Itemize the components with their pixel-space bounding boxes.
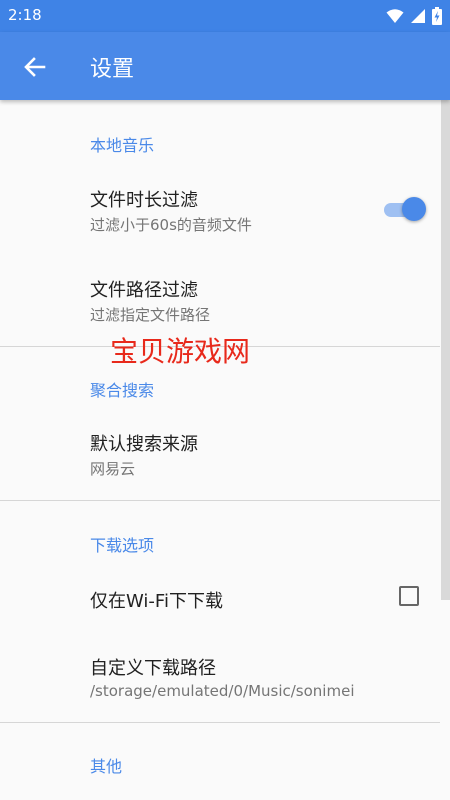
pref-custom-download-path[interactable]: 自定义下载路径 /storage/emulated/0/Music/sonime… xyxy=(0,638,440,713)
section-header-local-music: 本地音乐 xyxy=(90,136,155,155)
pref-duration-filter[interactable]: 文件时长过滤 过滤小于60s的音频文件 xyxy=(0,170,440,245)
pref-default-source-summary: 网易云 xyxy=(90,460,136,478)
scrollbar[interactable] xyxy=(441,100,450,600)
pref-default-source-title: 默认搜索来源 xyxy=(90,434,198,455)
section-header-other: 其他 xyxy=(90,757,123,776)
page-title: 设置 xyxy=(90,57,135,82)
pref-path-filter-title: 文件路径过滤 xyxy=(90,280,198,301)
status-icons xyxy=(386,7,442,25)
arrow-back-icon xyxy=(24,57,46,77)
pref-path-filter-summary: 过滤指定文件路径 xyxy=(90,306,211,324)
battery-charging-icon xyxy=(432,7,442,25)
app-bar: 设置 xyxy=(0,32,450,100)
back-button[interactable] xyxy=(20,52,50,82)
cellular-icon xyxy=(411,9,425,23)
pref-path-filter[interactable]: 文件路径过滤 过滤指定文件路径 xyxy=(0,260,440,340)
settings-list[interactable]: 本地音乐 文件时长过滤 过滤小于60s的音频文件 文件路径过滤 过滤指定文件路径… xyxy=(0,100,450,800)
watermark: 宝贝游戏网 xyxy=(110,335,251,368)
status-bar: 2:18 xyxy=(0,0,450,32)
duration-filter-switch[interactable] xyxy=(382,194,428,224)
section-header-download: 下载选项 xyxy=(90,536,155,555)
wifi-icon xyxy=(386,9,404,23)
status-time: 2:18 xyxy=(8,6,42,24)
pref-custom-path-summary: /storage/emulated/0/Music/sonimei xyxy=(90,682,355,700)
pref-duration-filter-summary: 过滤小于60s的音频文件 xyxy=(90,216,252,234)
pref-wifi-only-title: 仅在Wi-Fi下下载 xyxy=(90,591,223,612)
wifi-only-checkbox[interactable] xyxy=(399,586,419,606)
section-header-aggregate-search: 聚合搜索 xyxy=(90,381,155,400)
divider xyxy=(0,722,440,723)
divider xyxy=(0,500,440,501)
pref-wifi-only[interactable]: 仅在Wi-Fi下下载 xyxy=(0,570,440,630)
pref-custom-path-title: 自定义下载路径 xyxy=(90,658,216,679)
switch-thumb xyxy=(402,197,426,221)
pref-default-source[interactable]: 默认搜索来源 网易云 xyxy=(0,414,440,494)
pref-duration-filter-title: 文件时长过滤 xyxy=(90,190,198,211)
